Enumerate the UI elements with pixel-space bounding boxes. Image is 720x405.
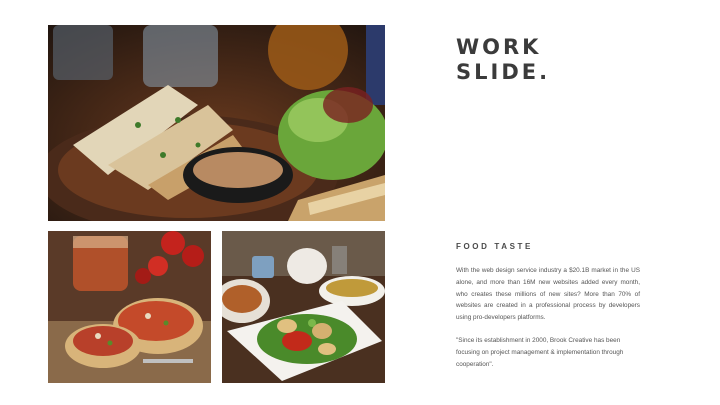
grilled-fish-salad-image	[48, 25, 385, 221]
bruschetta-photo	[48, 231, 211, 383]
salad-bowl-photo	[222, 231, 385, 383]
slide-title-line1: WORK	[456, 35, 542, 59]
salad-bowl-image	[222, 231, 385, 383]
quote-paragraph: "Since its establishment in 2000, Brook …	[456, 337, 624, 368]
section-heading: FOOD TASTE	[456, 242, 533, 251]
body-paragraph-1: With the web design service industry a $…	[456, 267, 640, 322]
slide-title-line2: SLIDE.	[456, 60, 551, 84]
slide-title: WORK SLIDE.	[456, 35, 550, 85]
bruschetta-image	[48, 231, 211, 383]
grilled-fish-salad-photo	[48, 25, 385, 221]
